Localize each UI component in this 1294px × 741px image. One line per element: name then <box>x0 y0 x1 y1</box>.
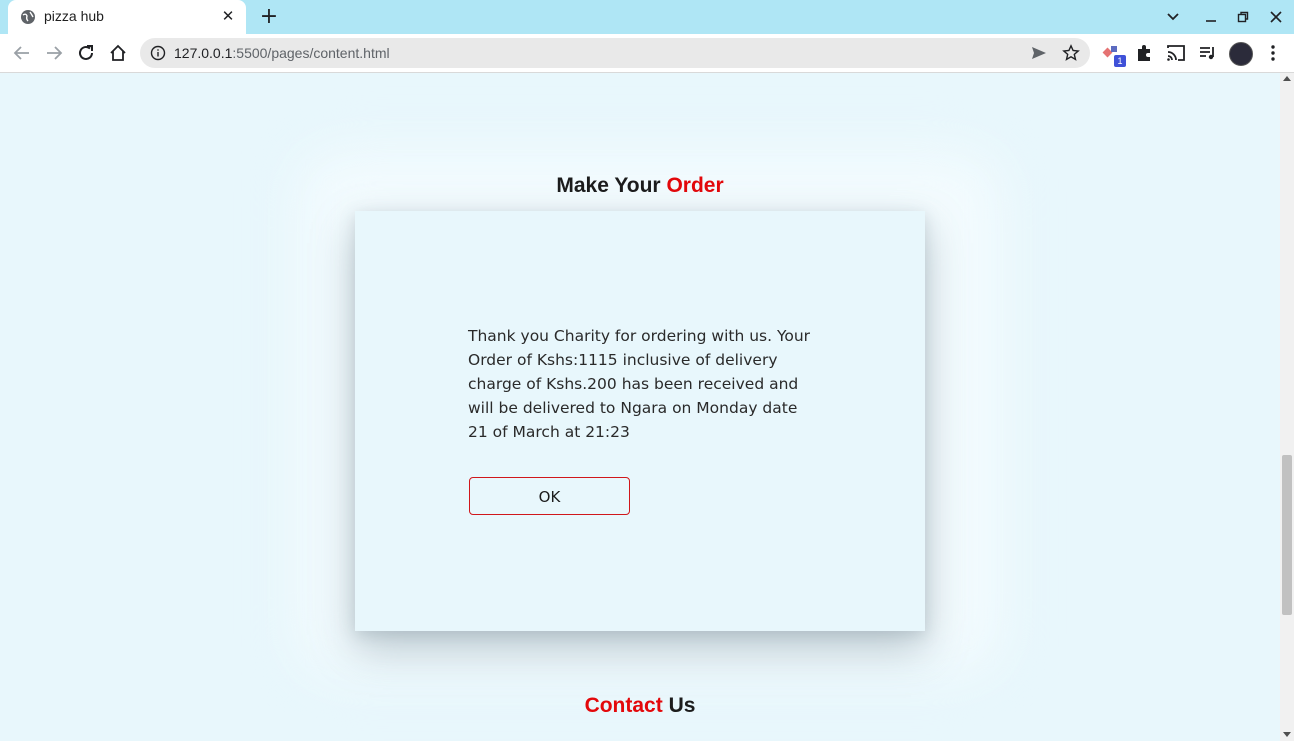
site-info-icon[interactable] <box>150 45 166 61</box>
send-icon[interactable] <box>1030 44 1048 62</box>
tab-strip: pizza hub ✕ + <box>0 0 1294 34</box>
puzzle-icon[interactable] <box>1134 43 1154 63</box>
browser-toolbar: 127.0.0.1:5500/pages/content.html 1 <box>0 34 1294 73</box>
url-path: :5500/pages/content.html <box>232 45 390 61</box>
profile-avatar[interactable] <box>1229 42 1253 66</box>
scroll-down-arrow[interactable] <box>1283 732 1291 737</box>
tab-close-icon[interactable]: ✕ <box>218 6 238 26</box>
reload-icon[interactable] <box>75 42 97 64</box>
tab-search-icon[interactable] <box>1161 5 1185 29</box>
contact-title-part1: Contact <box>584 694 663 717</box>
cast-icon[interactable] <box>1166 43 1186 63</box>
order-title-part2: Order <box>666 174 724 197</box>
home-icon[interactable] <box>107 42 129 64</box>
media-queue-icon[interactable] <box>1198 43 1218 63</box>
browser-tab[interactable]: pizza hub ✕ <box>8 0 246 34</box>
url-host: 127.0.0.1 <box>174 45 233 61</box>
bookmark-star-icon[interactable] <box>1062 44 1080 62</box>
contact-section-title: Contact Us <box>0 694 1280 718</box>
order-confirmation-message: Thank you Charity for ordering with us. … <box>468 327 811 441</box>
menu-dots-icon[interactable] <box>1263 43 1283 63</box>
new-tab-button[interactable]: + <box>258 6 280 28</box>
address-bar[interactable]: 127.0.0.1:5500/pages/content.html <box>140 38 1090 68</box>
globe-icon <box>21 10 35 24</box>
order-confirmation-card: Thank you Charity for ordering with us. … <box>355 211 925 631</box>
scroll-thumb[interactable] <box>1282 455 1292 615</box>
scroll-up-arrow[interactable] <box>1283 76 1291 81</box>
tab-title: pizza hub <box>44 8 104 24</box>
ok-button[interactable]: OK <box>469 477 630 515</box>
url-text[interactable]: 127.0.0.1:5500/pages/content.html <box>174 45 390 61</box>
order-section-title: Make Your Order <box>0 174 1280 198</box>
vertical-scrollbar[interactable] <box>1280 73 1294 741</box>
extension-badge: 1 <box>1114 55 1126 67</box>
order-title-part1: Make Your <box>556 174 661 197</box>
close-window-icon[interactable] <box>1264 5 1288 29</box>
back-icon[interactable] <box>11 42 33 64</box>
page-viewport: Make Your Order Thank you Charity for or… <box>0 73 1280 741</box>
contact-title-part2: Us <box>668 694 696 717</box>
minimize-icon[interactable] <box>1199 5 1223 29</box>
forward-icon[interactable] <box>43 42 65 64</box>
restore-icon[interactable] <box>1231 5 1255 29</box>
